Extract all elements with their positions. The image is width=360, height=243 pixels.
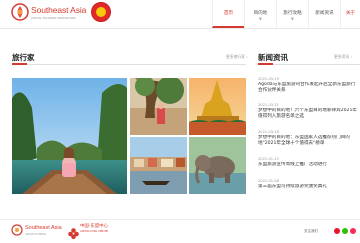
asean-emblem-icon: [91, 2, 111, 22]
partner-name: 中国-东盟中心 ASEAN-CHINA CENTRE: [80, 224, 109, 233]
news-item-title[interactable]: 梦想中的目的地！六个东盟目的地菲律宾2021年值得列入旅游名单之选: [258, 108, 358, 120]
news-more-link[interactable]: 更多资讯 ›: [334, 54, 352, 60]
nav-item-guides[interactable]: 旅行攻略 ▼: [276, 0, 308, 28]
wechat-icon[interactable]: [342, 228, 348, 234]
weibo-icon[interactable]: [334, 228, 340, 234]
section-accent: [12, 63, 27, 65]
nav-item-news[interactable]: 新闻资讯: [308, 0, 340, 28]
douyin-icon[interactable]: [350, 228, 356, 234]
nav-item-destinations[interactable]: 目的地 ▼: [244, 0, 276, 28]
footer-brand-subtitle: ASEAN TOURISM: [25, 233, 46, 236]
news-item-title[interactable]: Agoda与东盟旅游司合作发起开启全新东盟旅行合作伙伴关系: [258, 82, 358, 94]
swirl-logo-icon: [11, 224, 23, 236]
traveler-photo-pagoda[interactable]: [189, 78, 246, 135]
travelers-more-link[interactable]: 更多旅行家 ›: [226, 54, 248, 60]
news-item-title[interactable]: 梦想中的目的地：东盟国家入选推荐热门目的地"2021年全球十个值得去"榜单: [258, 135, 358, 147]
section-divider: [258, 64, 360, 65]
news-title: 新闻资讯: [258, 53, 288, 62]
news-item-title[interactable]: 东盟旅游宣传周线上推广活动进行: [258, 162, 358, 168]
section-accent: [258, 63, 273, 65]
section-divider: [12, 64, 246, 65]
traveler-photo-tree[interactable]: [130, 78, 187, 135]
chevron-down-icon: ▼: [259, 17, 262, 21]
news-date: 2021-01-08: [258, 179, 279, 183]
news-item-title[interactable]: 第三届东盟可持续旅游奖颁奖典礼: [258, 184, 358, 190]
brand-title: Southeast Asia: [31, 5, 87, 15]
news-date: 2021-03-31: [258, 103, 279, 107]
swirl-logo-icon: [11, 3, 29, 21]
traveler-photo-river[interactable]: [130, 137, 187, 194]
news-date: 2021-05-19: [258, 77, 279, 81]
partner-logo[interactable]: [68, 224, 79, 243]
site-footer: Southeast Asia ASEAN TOURISM 中国-东盟中心 ASE…: [0, 219, 360, 241]
partner-flower-icon: [68, 228, 79, 240]
news-date: 2021-03-18: [258, 130, 279, 134]
travelers-title: 旅行家: [12, 53, 35, 62]
brand-subtitle: ASEAN TOURISM PROMOTION: [31, 16, 76, 20]
chevron-down-icon: ▼: [291, 17, 294, 21]
nav-item-about[interactable]: 关于: [340, 0, 360, 28]
traveler-photo-elephant[interactable]: [189, 137, 246, 194]
nav-item-home[interactable]: 首页: [212, 0, 244, 28]
footer-brand-title: Southeast Asia: [25, 225, 62, 231]
news-date: 2021-01-15: [258, 157, 279, 161]
traveler-photo-boat[interactable]: [12, 78, 127, 194]
site-header: Southeast Asia ASEAN TOURISM PROMOTION 首…: [0, 0, 360, 29]
social-label: 关注我们: [304, 229, 318, 233]
